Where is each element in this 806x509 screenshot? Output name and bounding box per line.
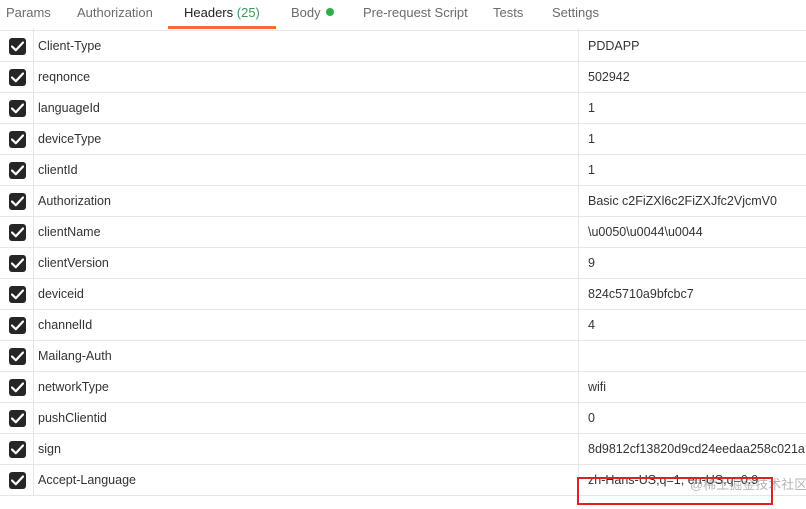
enable-checkbox[interactable] xyxy=(9,38,26,55)
row-checkbox-cell xyxy=(0,403,34,433)
enable-checkbox[interactable] xyxy=(9,286,26,303)
header-key-cell[interactable]: deviceType xyxy=(34,124,579,154)
header-key-cell[interactable]: reqnonce xyxy=(34,62,579,92)
header-value-cell[interactable]: Basic c2FiZXl6c2FiZXJfc2VjcmV0 xyxy=(580,186,806,216)
table-row: languageId 1 xyxy=(0,93,806,124)
header-key-cell[interactable]: Accept-Language xyxy=(34,465,579,495)
table-row: Mailang-Auth xyxy=(0,341,806,372)
table-row: clientId 1 xyxy=(0,155,806,186)
table-row: sign 8d9812cf13820d9cd24eedaa258c021a xyxy=(0,434,806,465)
row-checkbox-cell xyxy=(0,124,34,154)
row-checkbox-cell xyxy=(0,341,34,371)
tab-body-label: Body xyxy=(291,5,321,20)
row-checkbox-cell xyxy=(0,31,34,61)
tab-headers[interactable]: Headers (25) xyxy=(184,0,260,26)
row-checkbox-cell xyxy=(0,248,34,278)
enable-checkbox[interactable] xyxy=(9,255,26,272)
row-checkbox-cell xyxy=(0,155,34,185)
header-value-cell[interactable]: 0 xyxy=(580,403,806,433)
table-row: pushClientid 0 xyxy=(0,403,806,434)
table-row: clientVersion 9 xyxy=(0,248,806,279)
header-value-cell[interactable]: zh-Hans-US;q=1, en-US;q=0.9 xyxy=(580,465,806,495)
header-key-cell[interactable]: clientId xyxy=(34,155,579,185)
enable-checkbox[interactable] xyxy=(9,472,26,489)
enable-checkbox[interactable] xyxy=(9,224,26,241)
enable-checkbox[interactable] xyxy=(9,193,26,210)
headers-table: Content-Typeapplication/json;charset=UTF… xyxy=(0,0,806,496)
header-value-cell[interactable]: wifi xyxy=(580,372,806,402)
row-checkbox-cell xyxy=(0,186,34,216)
row-checkbox-cell xyxy=(0,434,34,464)
header-key-cell[interactable]: sign xyxy=(34,434,579,464)
table-row: networkType wifi xyxy=(0,372,806,403)
enable-checkbox[interactable] xyxy=(9,348,26,365)
header-key-cell[interactable]: clientName xyxy=(34,217,579,247)
tab-authorization[interactable]: Authorization xyxy=(77,0,153,26)
header-key-cell[interactable]: deviceid xyxy=(34,279,579,309)
row-checkbox-cell xyxy=(0,217,34,247)
row-checkbox-cell xyxy=(0,93,34,123)
tab-tests[interactable]: Tests xyxy=(493,0,523,26)
enable-checkbox[interactable] xyxy=(9,131,26,148)
enable-checkbox[interactable] xyxy=(9,162,26,179)
body-modified-dot-icon xyxy=(325,8,334,16)
enable-checkbox[interactable] xyxy=(9,100,26,117)
table-row: clientName \u0050\u0044\u0044 xyxy=(0,217,806,248)
enable-checkbox[interactable] xyxy=(9,317,26,334)
header-value-cell[interactable]: 8d9812cf13820d9cd24eedaa258c021a xyxy=(580,434,806,464)
header-key-cell[interactable]: clientVersion xyxy=(34,248,579,278)
header-key-cell[interactable]: Authorization xyxy=(34,186,579,216)
row-checkbox-cell xyxy=(0,279,34,309)
header-value-cell[interactable]: \u0050\u0044\u0044 xyxy=(580,217,806,247)
row-checkbox-cell xyxy=(0,372,34,402)
header-value-cell[interactable]: 824c5710a9bfcbc7 xyxy=(580,279,806,309)
tab-headers-count: (25) xyxy=(236,5,260,20)
tab-settings[interactable]: Settings xyxy=(552,0,599,26)
tab-pre-request-script[interactable]: Pre-request Script xyxy=(363,0,468,26)
enable-checkbox[interactable] xyxy=(9,379,26,396)
header-key-cell[interactable]: channelId xyxy=(34,310,579,340)
header-value-cell[interactable]: 502942 xyxy=(580,62,806,92)
header-value-cell[interactable]: 1 xyxy=(580,155,806,185)
tab-headers-label: Headers xyxy=(184,5,234,20)
tab-params[interactable]: Params xyxy=(6,0,51,26)
header-key-cell[interactable]: Client-Type xyxy=(34,31,579,61)
active-tab-underline xyxy=(168,26,276,29)
request-tabs: Params Authorization Headers (25) Body P… xyxy=(0,0,806,29)
header-key-cell[interactable]: pushClientid xyxy=(34,403,579,433)
header-value-cell[interactable]: 9 xyxy=(580,248,806,278)
table-row: deviceid 824c5710a9bfcbc7 xyxy=(0,279,806,310)
header-value-cell[interactable]: 1 xyxy=(580,124,806,154)
header-value-cell[interactable]: PDDAPP xyxy=(580,31,806,61)
header-key-cell[interactable]: networkType xyxy=(34,372,579,402)
tab-body[interactable]: Body xyxy=(291,0,334,26)
row-checkbox-cell xyxy=(0,465,34,495)
header-value-cell[interactable]: 1 xyxy=(580,93,806,123)
header-value-cell[interactable] xyxy=(580,341,806,371)
enable-checkbox[interactable] xyxy=(9,441,26,458)
enable-checkbox[interactable] xyxy=(9,69,26,86)
table-row: Accept-Language zh-Hans-US;q=1, en-US;q=0… xyxy=(0,465,806,496)
row-checkbox-cell xyxy=(0,62,34,92)
table-row: channelId 4 xyxy=(0,310,806,341)
enable-checkbox[interactable] xyxy=(9,410,26,427)
header-key-cell[interactable]: Mailang-Auth xyxy=(34,341,579,371)
header-key-cell[interactable]: languageId xyxy=(34,93,579,123)
table-row: Client-Type PDDAPP xyxy=(0,31,806,62)
table-row: reqnonce 502942 xyxy=(0,62,806,93)
header-value-cell[interactable]: 4 xyxy=(580,310,806,340)
table-row: deviceType 1 xyxy=(0,124,806,155)
table-row: Authorization Basic c2FiZXl6c2FiZXJfc2Vjc… xyxy=(0,186,806,217)
row-checkbox-cell xyxy=(0,310,34,340)
